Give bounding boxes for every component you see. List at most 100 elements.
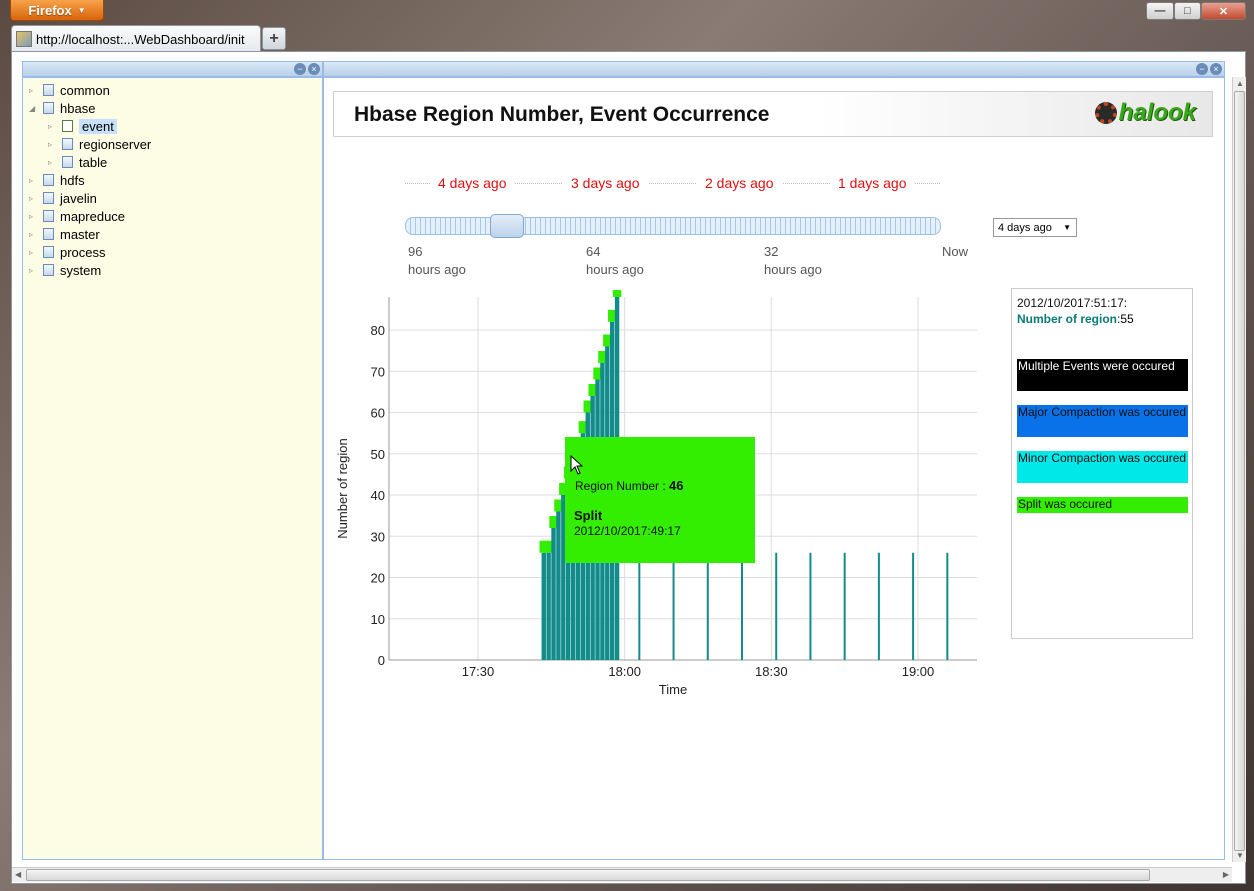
folder-icon <box>43 228 54 240</box>
data-bar <box>638 552 641 660</box>
scrollbar-thumb[interactable] <box>1234 91 1245 851</box>
tree-panel-header: − × <box>22 61 323 77</box>
tree-item-table[interactable]: ▹ table <box>48 153 107 171</box>
y-tick-label: 20 <box>371 571 385 586</box>
tick-unit: hours ago <box>586 262 644 277</box>
tree-item-process[interactable]: ▹ process <box>29 243 106 261</box>
slider-tick: 64 hours ago <box>586 243 644 279</box>
tree-item-event[interactable]: ▹ event <box>48 117 117 135</box>
data-bar <box>706 552 709 660</box>
x-tick-label: 17:30 <box>462 664 495 679</box>
expand-toggle-icon[interactable]: ▹ <box>29 248 37 257</box>
tree-item-label: system <box>60 262 102 278</box>
title-banner: Hbase Region Number, Event Occurrence ha… <box>333 91 1213 137</box>
folder-icon <box>43 84 54 96</box>
event-marker <box>612 290 622 297</box>
range-select[interactable]: 4 days ago ▼ <box>993 218 1077 237</box>
scrollbar-thumb[interactable] <box>26 869 1150 881</box>
timeline-label[interactable]: 2 days ago <box>697 175 782 191</box>
content-panel-header: − × <box>323 61 1225 77</box>
data-bar <box>556 511 561 660</box>
expand-toggle-icon[interactable]: ▹ <box>29 176 37 185</box>
tree-item-hbase[interactable]: ◢ hbase <box>29 99 95 117</box>
expand-toggle-icon[interactable]: ▹ <box>29 230 37 239</box>
gear-icon <box>1094 102 1117 124</box>
collapse-icon[interactable]: − <box>1196 63 1208 75</box>
expand-toggle-icon[interactable]: ▹ <box>48 158 56 167</box>
folder-icon <box>43 246 54 258</box>
expand-toggle-icon[interactable]: ▹ <box>29 194 37 203</box>
folder-icon <box>43 174 54 186</box>
tooltip-event: Split <box>574 508 603 523</box>
expand-toggle-icon[interactable]: ▹ <box>48 122 56 131</box>
browser-tab[interactable]: http://localhost:...WebDashboard/init <box>11 25 261 52</box>
expand-toggle-icon[interactable]: ▹ <box>29 266 37 275</box>
x-tick-label: 18:30 <box>755 664 788 679</box>
tree-item-master[interactable]: ▹ master <box>29 225 100 243</box>
halook-logo: halook <box>1094 99 1196 127</box>
tree-item-javelin[interactable]: ▹ javelin <box>29 189 97 207</box>
tree-item-regionserver[interactable]: ▹ regionserver <box>48 135 151 153</box>
time-range-slider[interactable] <box>405 217 941 235</box>
tree-item-mapreduce[interactable]: ▹ mapreduce <box>29 207 125 225</box>
maximize-button[interactable]: □ <box>1174 2 1201 20</box>
data-bar <box>541 552 546 660</box>
y-axis-label: Number of region <box>335 438 350 538</box>
tree-item-common[interactable]: ▹ common <box>29 81 110 99</box>
close-window-button[interactable]: ✕ <box>1201 2 1246 20</box>
tree-item-system[interactable]: ▹ system <box>29 261 101 279</box>
data-bar <box>775 552 778 660</box>
new-tab-button[interactable]: + <box>262 27 286 50</box>
logo-text: halook <box>1118 99 1196 126</box>
folder-icon <box>62 156 73 168</box>
tab-title: http://localhost:...WebDashboard/init <box>36 31 245 47</box>
vertical-scrollbar[interactable]: ▲ ▼ <box>1232 77 1246 862</box>
minimize-button[interactable]: — <box>1146 2 1174 20</box>
data-bar <box>877 552 880 660</box>
legend-timestamp: 2012/10/2017:51:17: <box>1017 296 1128 310</box>
collapse-icon[interactable]: − <box>294 63 306 75</box>
data-bar <box>809 552 812 660</box>
expand-toggle-icon[interactable]: ▹ <box>29 212 37 221</box>
y-tick-label: 40 <box>371 488 385 503</box>
y-tick-label: 50 <box>371 447 385 462</box>
chevron-down-icon: ▼ <box>1063 223 1071 232</box>
data-bar <box>551 528 556 660</box>
tree-item-label: mapreduce <box>60 208 126 224</box>
data-bar <box>912 552 915 660</box>
data-bar <box>843 552 846 660</box>
tree-item-label: hdfs <box>60 172 85 188</box>
tick-value: 64 <box>586 244 601 259</box>
x-axis-label: Time <box>659 682 687 697</box>
folder-icon <box>43 192 54 204</box>
y-tick-label: 80 <box>371 323 385 338</box>
legend-item-split: Split was occured <box>1017 497 1188 513</box>
timeline-label[interactable]: 4 days ago <box>430 175 515 191</box>
expand-toggle-icon[interactable]: ▹ <box>29 86 37 95</box>
tick-value: Now <box>942 244 969 259</box>
close-icon[interactable]: × <box>1210 63 1222 75</box>
scroll-down-icon[interactable]: ▼ <box>1236 851 1244 860</box>
timeline-label[interactable]: 1 days ago <box>830 175 915 191</box>
y-tick-label: 0 <box>378 653 385 668</box>
slider-tick: Now <box>942 243 968 261</box>
collapse-toggle-icon[interactable]: ◢ <box>29 104 37 113</box>
scroll-left-icon[interactable]: ◀ <box>15 870 21 879</box>
scroll-up-icon[interactable]: ▲ <box>1236 79 1244 88</box>
firefox-menu-button[interactable]: Firefox ▼ <box>10 0 104 21</box>
page-title: Hbase Region Number, Event Occurrence <box>354 103 770 126</box>
tick-unit: hours ago <box>764 262 822 277</box>
scroll-right-icon[interactable]: ▶ <box>1223 870 1229 879</box>
legend-item-major-compaction: Major Compaction was occured <box>1017 405 1188 437</box>
tree-item-hdfs[interactable]: ▹ hdfs <box>29 171 85 189</box>
tree-item-label: javelin <box>60 190 97 206</box>
tooltip-region-value: 46 <box>669 478 684 493</box>
close-icon[interactable]: × <box>308 63 320 75</box>
slider-handle[interactable] <box>490 214 524 238</box>
expand-toggle-icon[interactable]: ▹ <box>48 140 56 149</box>
data-bar <box>741 552 743 660</box>
folder-icon <box>43 210 54 222</box>
tree-item-label: hbase <box>60 100 96 116</box>
horizontal-scrollbar[interactable]: ◀ ▶ <box>12 867 1232 882</box>
timeline-label[interactable]: 3 days ago <box>563 175 648 191</box>
